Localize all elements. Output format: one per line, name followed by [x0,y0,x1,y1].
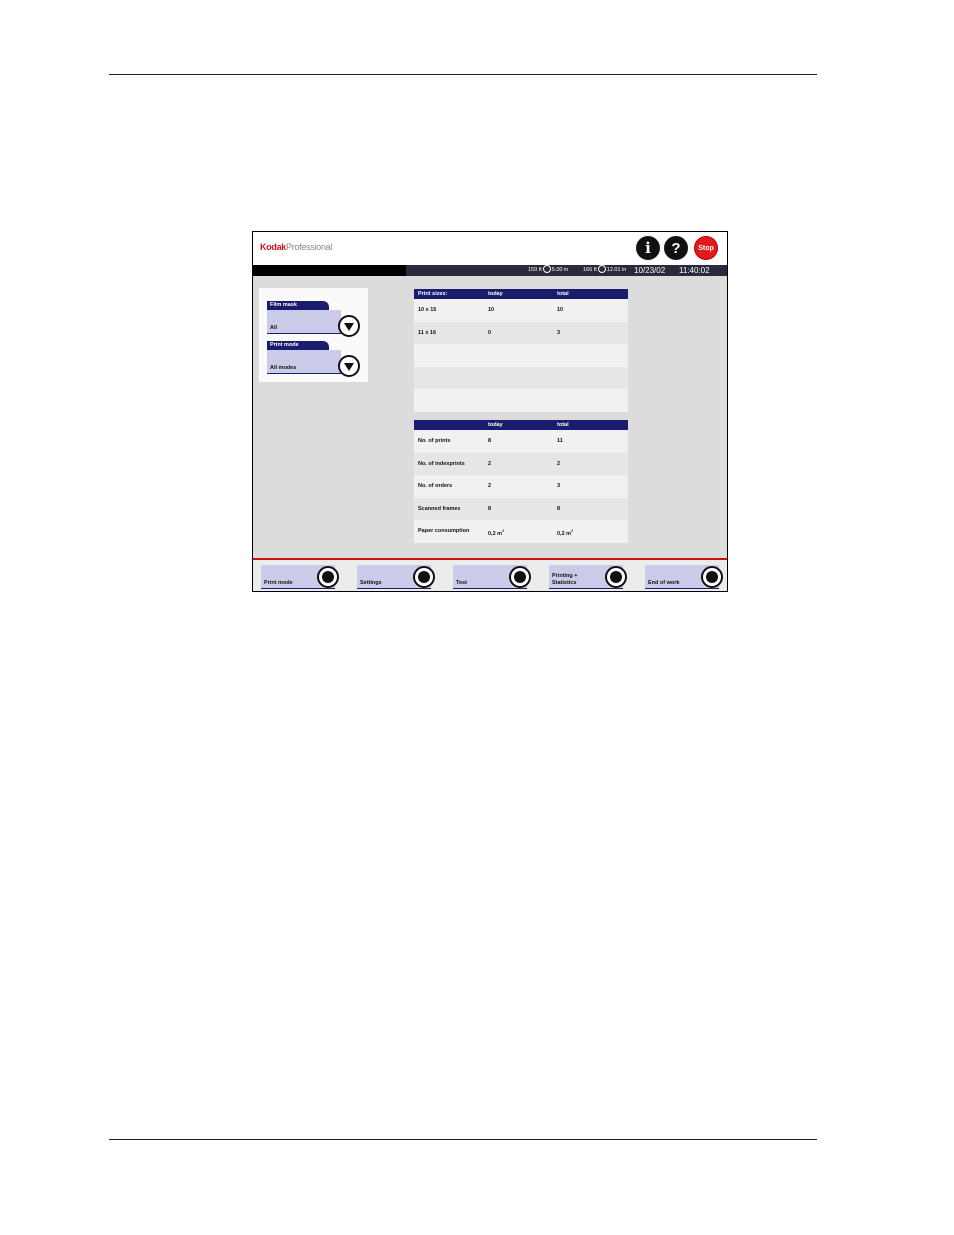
printing-statistics-button[interactable]: Printing + Statistics [549,565,627,589]
print-mode-value: All modes [270,365,297,371]
app-screen: KodakProfessional i ? Stop 159 ft 5.00 in… [252,231,728,592]
print-sizes-table-header: Print sizes: today total [414,289,628,299]
table-row: Scanned frames 8 8 [414,497,628,520]
stop-label: Stop [698,244,714,252]
paper-roll-2-status: 166 ft 12.01 in [583,264,626,276]
help-button[interactable]: ? [664,236,688,260]
column-header: Print sizes: [418,291,448,297]
paper-roll-icon [542,264,551,273]
film-mask-field[interactable]: All [267,310,341,334]
film-mask-selector[interactable]: Film mask All [267,301,360,337]
page-rule-bottom [109,1139,817,1140]
column-header: today [488,291,503,297]
table-row: 10 x 15 10 10 [414,299,628,322]
status-time: 11:40:02 [679,266,710,275]
print-mode-field[interactable]: All modes [267,350,341,374]
print-mode-dropdown-button[interactable] [338,355,360,377]
table-row [414,389,628,412]
table-row: 11 x 16 0 3 [414,321,628,344]
info-icon: i [645,239,651,257]
question-icon: ? [671,239,681,257]
button-knob-icon[interactable] [701,566,723,588]
print-sizes-table: Print sizes: today total 10 x 15 10 10 1… [414,289,628,412]
table-row: No. of orders 2 3 [414,475,628,498]
filter-panel: Film mask All Print mode All modes [259,288,368,382]
film-mask-label: Film mask [267,301,329,310]
end-of-work-button[interactable]: End of work [645,565,723,589]
film-mask-value: All [270,325,278,331]
brand-logo: KodakProfessional [260,242,332,252]
button-knob-icon[interactable] [605,566,627,588]
column-header: total [557,291,569,297]
paper-roll-icon [597,264,606,273]
column-header: today [488,422,503,428]
status-date: 10/23/02 [634,266,666,275]
print-mode-selector[interactable]: Print mode All modes [267,341,360,377]
button-knob-icon[interactable] [413,566,435,588]
footer-button-bar: Print mode Settings Test Printing + Stati… [253,560,727,591]
settings-button[interactable]: Settings [357,565,435,589]
statistics-table: today total No. of prints 8 11 No. of in… [414,420,628,543]
table-row: No. of prints 8 11 [414,430,628,453]
print-mode-label: Print mode [267,341,329,350]
print-mode-button[interactable]: Print mode [261,565,339,589]
info-button[interactable]: i [636,236,660,260]
table-row [414,366,628,389]
button-knob-icon[interactable] [509,566,531,588]
status-bar-black-segment [253,265,406,276]
table-row [414,344,628,367]
stop-button[interactable]: Stop [694,236,718,260]
table-row: No. of indexprints 2 2 [414,452,628,475]
table-row: Paper consumption 0,2 m2 0,2 m2 [414,520,628,543]
page-rule-top [109,74,817,75]
column-header: total [557,422,569,428]
status-bar: 159 ft 5.00 in 166 ft 12.01 in 10/23/02 11… [253,264,727,276]
button-knob-icon[interactable] [317,566,339,588]
film-mask-dropdown-button[interactable] [338,315,360,337]
header-bar: KodakProfessional i ? Stop [253,232,727,265]
paper-roll-1-status: 159 ft 5.00 in [528,264,568,276]
statistics-table-header: today total [414,420,628,430]
test-button[interactable]: Test [453,565,531,589]
